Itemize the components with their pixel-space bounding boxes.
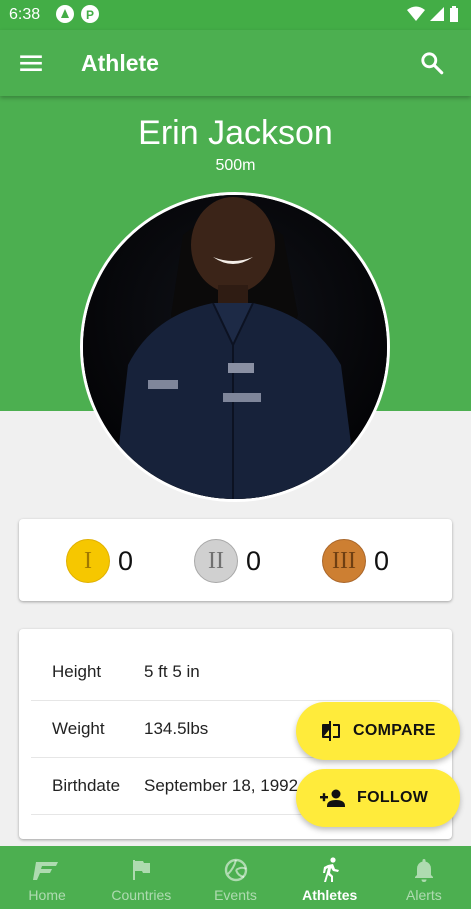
signal-icon	[430, 7, 444, 21]
athlete-photo	[80, 192, 390, 502]
flag-icon	[133, 860, 151, 880]
bronze-medal-icon: III	[322, 539, 366, 583]
nav-countries[interactable]: Countries	[94, 846, 188, 909]
bronze-medal-count: 0	[374, 545, 390, 576]
menu-icon[interactable]	[18, 50, 44, 76]
info-label: Weight	[52, 719, 105, 738]
search-icon[interactable]	[419, 50, 445, 76]
follow-button[interactable]: FOLLOW	[296, 769, 460, 827]
status-indicators	[407, 6, 459, 22]
silver-medal-icon: II	[194, 539, 238, 583]
nav-label: Athletes	[302, 887, 358, 903]
info-label: Birthdate	[52, 776, 121, 795]
status-bar: 6:38 P	[0, 0, 471, 30]
compare-icon	[322, 721, 340, 741]
compare-button-label: COMPARE	[353, 722, 436, 739]
bronze-medal: III 0	[322, 539, 389, 583]
info-row-height: Height 5 ft 5 in	[31, 644, 440, 701]
add-person-icon	[320, 789, 345, 807]
gold-medal-icon: I	[66, 539, 110, 583]
gold-medal: I 0	[66, 539, 133, 583]
svg-text:P: P	[86, 8, 94, 22]
follow-button-label: FOLLOW	[357, 789, 429, 806]
notification-app-icon	[56, 5, 74, 23]
nav-events[interactable]: Events	[188, 846, 282, 909]
notification-app-icon: P	[81, 5, 99, 23]
battery-icon	[450, 6, 458, 22]
home-logo-icon	[33, 862, 59, 880]
nav-label: Countries	[111, 887, 172, 903]
nav-label: Alerts	[406, 887, 442, 903]
nav-label: Events	[214, 887, 257, 903]
gold-medal-count: 0	[118, 545, 134, 576]
nav-label: Home	[28, 887, 66, 903]
medal-card: I 0 II 0 III 0	[19, 519, 452, 601]
athlete-event: 500m	[215, 157, 256, 174]
nav-alerts[interactable]: Alerts	[377, 846, 471, 909]
athlete-name: Erin Jackson	[138, 114, 333, 152]
page-title: Athlete	[81, 50, 159, 76]
info-value: 5 ft 5 in	[144, 662, 200, 681]
silver-medal: II 0	[194, 539, 261, 583]
bottom-navigation: Home Countries Events Athletes Alerts	[0, 846, 471, 909]
running-person-icon	[322, 857, 339, 882]
status-time: 6:38	[9, 6, 41, 23]
bell-icon	[414, 859, 433, 882]
compare-button[interactable]: COMPARE	[296, 702, 460, 760]
info-value: September 18, 1992	[144, 776, 299, 795]
nav-home[interactable]: Home	[0, 846, 94, 909]
info-value: 134.5lbs	[144, 719, 209, 738]
wifi-icon	[407, 6, 425, 21]
info-label: Height	[52, 662, 102, 681]
app-bar: Athlete	[0, 30, 471, 96]
silver-medal-count: 0	[246, 545, 262, 576]
nav-athletes[interactable]: Athletes	[283, 846, 377, 909]
volleyball-icon	[224, 858, 247, 882]
